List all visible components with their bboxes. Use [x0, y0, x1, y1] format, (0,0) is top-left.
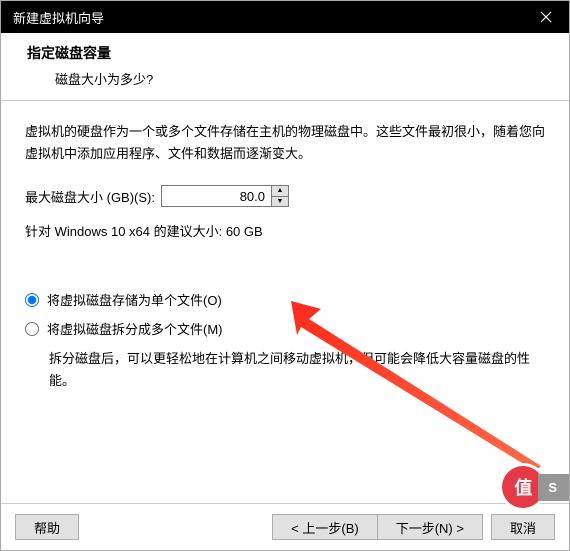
- titlebar: 新建虚拟机向导: [1, 1, 569, 33]
- watermark-text: S: [538, 474, 569, 501]
- next-button[interactable]: 下一步(N) >: [377, 514, 483, 540]
- radio-split-label: 将虚拟磁盘拆分成多个文件(M): [47, 319, 223, 338]
- disk-size-row: 最大磁盘大小 (GB)(S): ▲ ▼: [25, 185, 545, 207]
- header-subtitle: 磁盘大小为多少?: [55, 69, 551, 88]
- close-button[interactable]: [523, 1, 569, 33]
- radio-single-file[interactable]: [25, 293, 39, 307]
- radio-single-label: 将虚拟磁盘存储为单个文件(O): [47, 290, 222, 309]
- disk-size-spinner: ▲ ▼: [161, 185, 289, 207]
- wizard-window: 新建虚拟机向导 指定磁盘容量 磁盘大小为多少? 虚拟机的硬盘作为一个或多个文件存…: [0, 0, 570, 551]
- content-area: 虚拟机的硬盘作为一个或多个文件存储在主机的物理磁盘中。这些文件最初很小，随着您向…: [1, 101, 569, 503]
- window-title: 新建虚拟机向导: [13, 8, 104, 27]
- radio-single-file-row[interactable]: 将虚拟磁盘存储为单个文件(O): [25, 290, 545, 309]
- spinner-down[interactable]: ▼: [272, 197, 288, 207]
- header-title: 指定磁盘容量: [27, 43, 551, 63]
- back-button[interactable]: < 上一步(B): [272, 514, 378, 540]
- radio-split-file-row[interactable]: 将虚拟磁盘拆分成多个文件(M): [25, 319, 545, 338]
- recommended-size-text: 针对 Windows 10 x64 的建议大小: 60 GB: [25, 221, 545, 240]
- help-button[interactable]: 帮助: [15, 514, 79, 540]
- storage-options: 将虚拟磁盘存储为单个文件(O) 将虚拟磁盘拆分成多个文件(M) 拆分磁盘后，可以…: [25, 290, 545, 392]
- close-icon: [540, 11, 552, 23]
- description-text: 虚拟机的硬盘作为一个或多个文件存储在主机的物理磁盘中。这些文件最初很小，随着您向…: [25, 121, 545, 165]
- radio-split-file[interactable]: [25, 322, 39, 336]
- watermark-badge: 值 S: [502, 466, 569, 508]
- spinner-up[interactable]: ▲: [272, 186, 288, 197]
- split-description: 拆分磁盘后，可以更轻松地在计算机之间移动虚拟机，但可能会降低大容量磁盘的性能。: [49, 348, 545, 392]
- disk-size-input[interactable]: [161, 185, 271, 207]
- footer: 帮助 < 上一步(B) 下一步(N) > 取消: [1, 503, 569, 550]
- disk-size-label: 最大磁盘大小 (GB)(S):: [25, 187, 155, 206]
- spinner-buttons: ▲ ▼: [271, 185, 289, 207]
- cancel-button[interactable]: 取消: [491, 514, 555, 540]
- wizard-header: 指定磁盘容量 磁盘大小为多少?: [1, 33, 569, 101]
